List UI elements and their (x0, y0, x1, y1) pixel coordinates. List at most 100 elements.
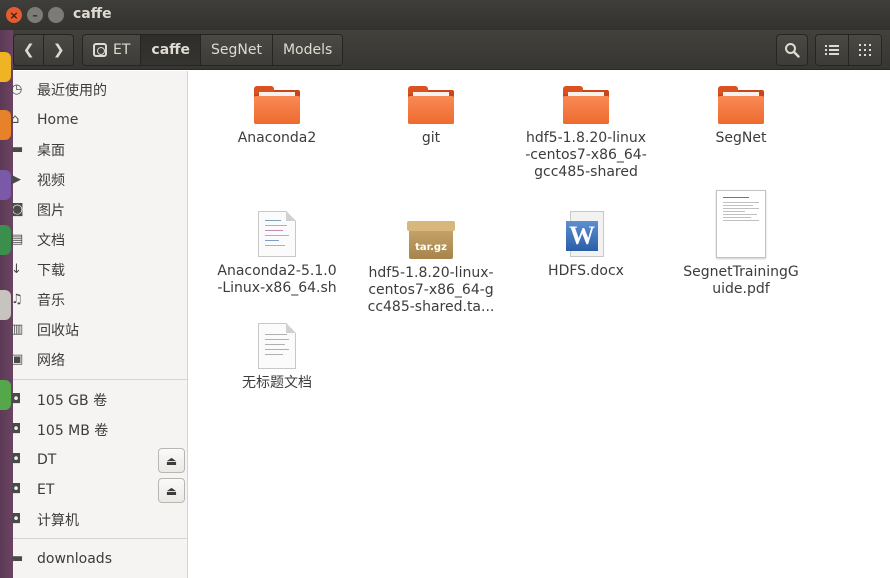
folder-icon (254, 86, 300, 124)
sidebar-item-label: 音乐 (37, 293, 65, 309)
drive-icon (93, 43, 107, 57)
launcher-icon[interactable] (0, 290, 11, 320)
sidebar-item-volume-105gb[interactable]: ◘ 105 GB 卷 (11, 385, 188, 415)
folder-icon: ▬ (11, 142, 24, 157)
text-file-icon (258, 323, 296, 369)
file-view: Anaconda2 git hdf5-1.8.20-linux-centos7-… (189, 71, 890, 578)
folder-icon (563, 86, 609, 124)
file-name: hdf5-1.8.20-linux-centos7-x86_64-gcc485-… (525, 130, 647, 180)
sidebar-item-music[interactable]: ♫ 音乐 (11, 285, 188, 315)
eject-et-button[interactable]: ⏏ (158, 478, 185, 503)
close-window-button[interactable]: × (6, 7, 22, 23)
breadcrumb-item-caffe[interactable]: caffe (141, 35, 201, 65)
video-icon: ▶ (11, 172, 21, 187)
file-name: SegNet (715, 130, 767, 146)
sidebar-divider (13, 379, 188, 380)
file-item-folder[interactable]: SegNet (671, 86, 811, 147)
sidebar-item-label: ET (37, 482, 55, 498)
view-toggle (815, 34, 882, 66)
list-view-icon (825, 45, 839, 55)
launcher-icon[interactable] (0, 52, 11, 82)
download-icon: ↓ (11, 262, 22, 277)
sidebar-item-label: 105 MB 卷 (37, 423, 109, 439)
breadcrumb-item-models[interactable]: Models (272, 35, 343, 65)
launcher-icon[interactable] (0, 225, 11, 255)
drive-icon: ◘ (11, 422, 22, 437)
file-name: 无标题文档 (242, 375, 312, 391)
back-button[interactable]: ❮ (14, 35, 43, 65)
sidebar-item-desktop[interactable]: ▬ 桌面 (11, 135, 188, 165)
window-title: caffe (73, 6, 112, 22)
file-item-folder[interactable]: Anaconda2 (207, 86, 347, 147)
sidebar-item-computer[interactable]: ◘ 计算机 (11, 505, 188, 535)
sidebar-item-label: 图片 (37, 203, 65, 219)
launcher-icon[interactable] (0, 380, 11, 410)
eject-dt-button[interactable]: ⏏ (158, 448, 185, 473)
list-view-button[interactable] (816, 35, 848, 65)
file-name: Anaconda2 (237, 130, 317, 146)
breadcrumb-label: SegNet (211, 42, 262, 58)
breadcrumb-item-segnet[interactable]: SegNet (201, 35, 273, 65)
folder-icon: ▬ (11, 551, 24, 566)
sidebar-item-label: 网络 (37, 353, 65, 369)
trash-icon: ▥ (11, 322, 24, 337)
breadcrumb-item-et[interactable]: ET (83, 35, 142, 65)
drive-icon: ◘ (11, 452, 22, 467)
breadcrumb-label: caffe (151, 42, 190, 58)
file-name: git (421, 130, 441, 146)
word-badge: W (566, 221, 598, 251)
nav-buttons: ❮ ❯ (13, 34, 74, 66)
forward-button[interactable]: ❯ (43, 35, 73, 65)
launcher-icon[interactable] (0, 110, 11, 140)
music-icon: ♫ (11, 292, 23, 307)
file-item-word[interactable]: W HDFS.docx (516, 211, 656, 280)
sidebar-item-label: downloads (37, 551, 112, 567)
sidebar-item-recent[interactable]: ◷ 最近使用的 (11, 75, 188, 105)
sidebar-item-volume-105mb[interactable]: ◘ 105 MB 卷 (11, 415, 188, 445)
file-name: HDFS.docx (548, 263, 624, 279)
file-item-text[interactable]: 无标题文档 (207, 323, 347, 392)
sidebar-item-label: 最近使用的 (37, 83, 107, 99)
sidebar-item-label: Home (37, 112, 79, 128)
sidebar-item-pictures[interactable]: ◙ 图片 (11, 195, 188, 225)
sidebar-item-documents[interactable]: ▤ 文档 (11, 225, 188, 255)
sidebar-item-trash[interactable]: ▥ 回收站 (11, 315, 188, 345)
breadcrumb-label: Models (282, 42, 333, 58)
toolbar: ❮ ❯ ET caffe SegNet Models (0, 30, 890, 70)
sidebar-item-label: 下载 (37, 263, 65, 279)
file-item-pdf[interactable]: SegnetTrainingGuide.pdf (671, 190, 811, 298)
archive-badge: tar.gz (415, 242, 447, 253)
sidebar-item-videos[interactable]: ▶ 视频 (11, 165, 188, 195)
sidebar-item-label: DT (37, 452, 57, 468)
search-icon (785, 43, 800, 58)
title-bar: × – caffe (0, 0, 890, 30)
file-item-script[interactable]: Anaconda2-5.1.0-Linux-x86_64.sh (207, 211, 347, 297)
drive-icon: ◘ (11, 482, 22, 497)
sidebar-item-label: 计算机 (37, 513, 79, 529)
launcher-icon[interactable] (0, 170, 11, 200)
sidebar-item-home[interactable]: ⌂ Home (11, 105, 188, 135)
file-item-folder[interactable]: hdf5-1.8.20-linux-centos7-x86_64-gcc485-… (516, 86, 656, 181)
camera-icon: ◙ (11, 202, 24, 217)
sidebar-item-network[interactable]: ▣ 网络 (11, 345, 188, 375)
folder-icon (408, 86, 454, 124)
minimize-window-button[interactable]: – (27, 7, 43, 23)
network-icon: ▣ (11, 352, 24, 367)
sidebar-item-label: 视频 (37, 173, 65, 189)
file-name: Anaconda2-5.1.0-Linux-x86_64.sh (217, 263, 337, 296)
sidebar-divider (13, 538, 188, 539)
sidebar-item-label: 桌面 (37, 143, 65, 159)
search-button[interactable] (776, 34, 808, 66)
sidebar-item-downloads[interactable]: ↓ 下载 (11, 255, 188, 285)
grid-view-icon (859, 44, 871, 56)
sidebar: ◷ 最近使用的 ⌂ Home ▬ 桌面 ▶ 视频 ◙ 图片 ▤ 文档 ↓ 下载 … (11, 71, 188, 578)
sidebar-item-downloads-bookmark[interactable]: ▬ downloads (11, 544, 188, 574)
sidebar-item-label: 文档 (37, 233, 65, 249)
grid-view-button[interactable] (848, 35, 881, 65)
document-icon: ▤ (11, 232, 24, 247)
file-item-archive[interactable]: tar.gz hdf5-1.8.20-linux-centos7-x86_64-… (361, 219, 501, 316)
file-item-folder[interactable]: git (361, 86, 501, 147)
drive-icon: ◘ (11, 512, 22, 527)
clock-icon: ◷ (11, 82, 23, 97)
maximize-window-button[interactable] (48, 7, 64, 23)
